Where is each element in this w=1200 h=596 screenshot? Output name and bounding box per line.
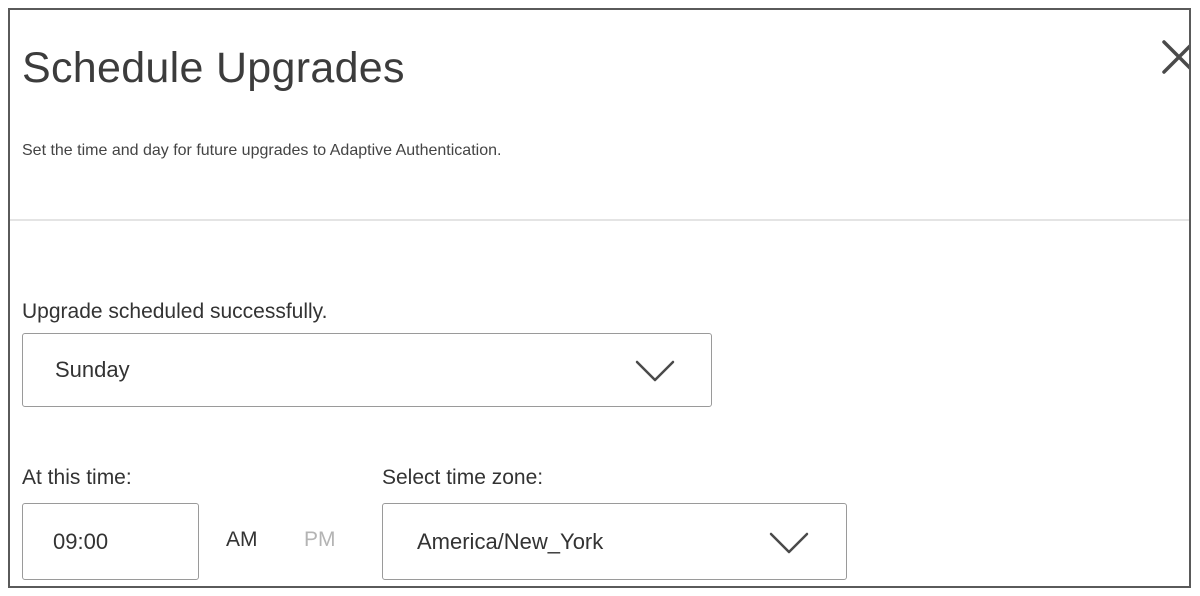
am-option[interactable]: AM: [226, 528, 258, 552]
schedule-upgrades-dialog: Schedule Upgrades Set the time and day f…: [8, 8, 1191, 588]
header-divider: [10, 219, 1189, 221]
status-message: Upgrade scheduled successfully.: [22, 300, 328, 323]
close-icon: [1162, 40, 1189, 74]
day-select-value: Sunday: [55, 357, 130, 382]
timezone-label: Select time zone:: [382, 466, 544, 489]
day-select[interactable]: Sunday: [22, 333, 712, 407]
dialog-description: Set the time and day for future upgrades…: [22, 142, 502, 159]
timezone-select-value: America/New_York: [417, 529, 604, 554]
close-button[interactable]: [1162, 40, 1189, 74]
timezone-select[interactable]: America/New_York: [382, 503, 847, 580]
pm-option[interactable]: PM: [304, 528, 336, 552]
dialog-title: Schedule Upgrades: [22, 44, 405, 92]
time-label: At this time:: [22, 466, 132, 489]
time-input[interactable]: [22, 503, 199, 580]
chevron-down-icon: [635, 360, 675, 382]
chevron-down-icon: [769, 532, 809, 554]
